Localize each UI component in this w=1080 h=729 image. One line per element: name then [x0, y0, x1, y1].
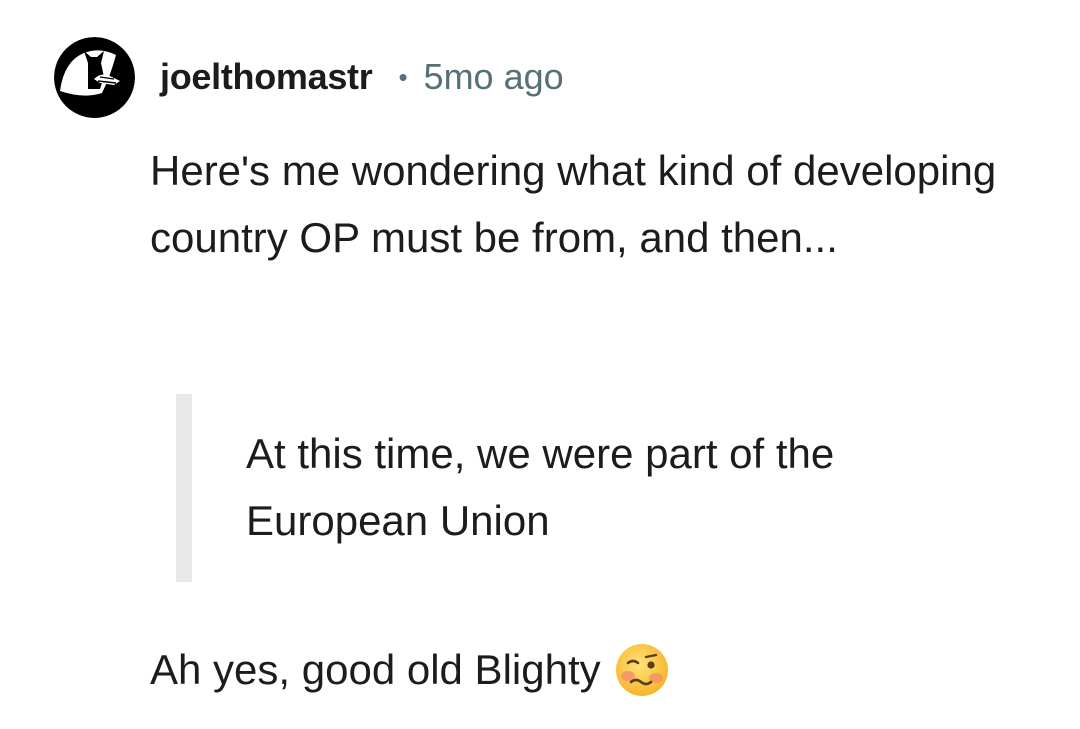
blockquote-text: At this time, we were part of the Europe…	[246, 430, 835, 544]
user-avatar[interactable]	[54, 37, 135, 118]
cat-silhouette-avatar-icon	[54, 37, 135, 118]
timestamp[interactable]: 5mo ago	[424, 56, 564, 98]
blockquote: At this time, we were part of the Europe…	[176, 394, 976, 582]
comment: joelthomastr • 5mo ago Here's me wonderi…	[0, 0, 1080, 729]
comment-meta: joelthomastr • 5mo ago	[160, 54, 564, 100]
blockquote-bar	[176, 394, 192, 582]
comment-paragraph-2: Ah yes, good old Blighty	[150, 636, 1030, 703]
username-link[interactable]: joelthomastr	[160, 56, 373, 98]
comment-paragraph-2-text: Ah yes, good old Blighty	[150, 646, 601, 693]
meta-separator: •	[398, 61, 408, 92]
woozy-face-emoji-icon	[615, 643, 669, 697]
comment-paragraph-1: Here's me wondering what kind of develop…	[150, 147, 997, 261]
